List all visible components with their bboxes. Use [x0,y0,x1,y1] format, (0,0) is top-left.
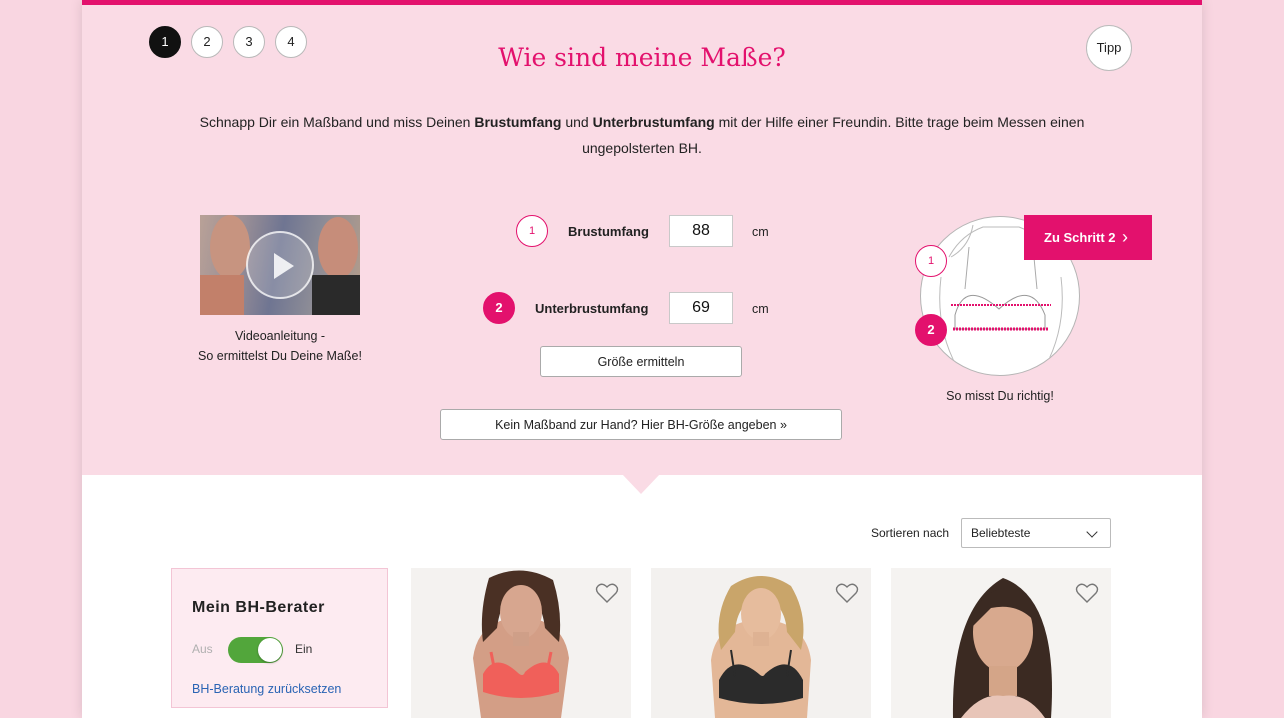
video-thumbnail[interactable] [200,215,360,315]
wishlist-heart-icon[interactable] [1075,582,1099,604]
underbust-label: Unterbrustumfang [535,301,649,316]
size-wizard: 1 2 3 4 Tipp Wie sind meine Maße? Schnap… [82,5,1202,475]
intro-text-part: und [561,114,593,130]
toggle-off-label: Aus [192,642,213,656]
toggle-on-label: Ein [295,642,313,656]
video-person-right-body [312,275,360,315]
intro-text-part: Schnapp Dir ein Maßband und miss Deinen [199,114,475,130]
wishlist-heart-icon[interactable] [595,582,619,604]
no-tape-button[interactable]: Kein Maßband zur Hand? Hier BH-Größe ang… [440,409,842,440]
chest-number-badge: 1 [516,215,548,247]
chevron-down-icon [1086,526,1098,538]
video-caption-line2: So ermittelst Du Deine Maße! [198,349,362,363]
bra-advisor-panel: Mein BH-Berater Aus Ein BH-Beratung zurü… [171,568,388,708]
play-icon[interactable] [246,231,314,299]
next-step-label: Zu Schritt 2 [1044,230,1116,245]
intro-bold-chest: Brustumfang [474,114,562,130]
intro-text: Schnapp Dir ein Maßband und miss Deinen … [172,109,1112,161]
underbust-unit: cm [752,302,769,316]
chest-unit: cm [752,225,769,239]
wishlist-heart-icon[interactable] [835,582,859,604]
video-person-left [210,215,250,279]
reset-advisor-link[interactable]: BH-Beratung zurücksetzen [192,682,341,696]
video-caption-line1: Videoanleitung - [234,329,326,343]
video-person-left-body [200,275,244,315]
chest-input[interactable] [669,215,733,247]
illustration-marker-1: 1 [915,245,947,277]
product-card-3[interactable] [891,568,1111,718]
page-container: 1 2 3 4 Tipp Wie sind meine Maße? Schnap… [82,0,1202,718]
advisor-title: Mein BH-Berater [192,599,325,616]
illustration-caption: So misst Du richtig! [946,389,1054,403]
underbust-input[interactable] [669,292,733,324]
sort-select[interactable]: Beliebteste [961,518,1111,548]
page-title: Wie sind meine Maße? [498,43,786,72]
illustration-marker-2: 2 [915,314,947,346]
chest-label: Brustumfang [568,224,649,239]
next-step-button[interactable]: Zu Schritt 2 › [1024,215,1152,260]
product-card-2[interactable] [651,568,871,718]
intro-bold-underbust: Unterbrustumfang [592,114,715,130]
sort-label: Sortieren nach [871,526,950,540]
calculate-size-button[interactable]: Größe ermitteln [540,346,742,377]
sort-selected-value: Beliebteste [971,526,1031,540]
underbust-number-badge: 2 [483,292,515,324]
video-caption: Videoanleitung - So ermittelst Du Deine … [180,326,380,366]
wizard-pointer [622,474,660,494]
video-person-right [318,217,358,279]
advisor-toggle[interactable] [228,637,283,663]
product-card-1[interactable] [411,568,631,718]
toggle-knob [258,638,282,662]
chevron-right-icon: › [1122,227,1128,247]
